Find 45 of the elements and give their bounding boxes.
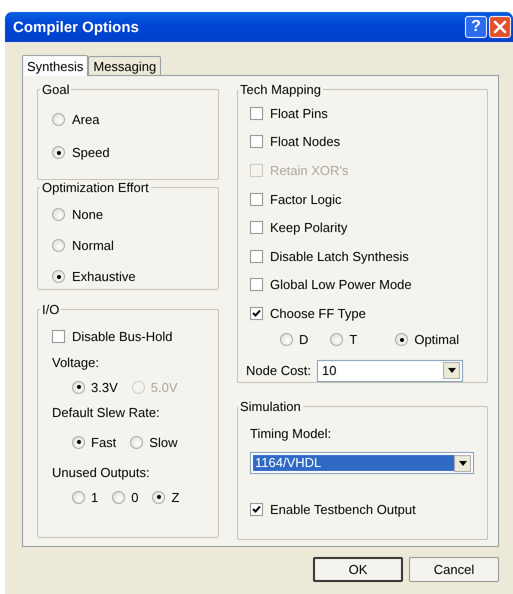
window-title: Compiler Options	[13, 18, 140, 36]
checkmark-icon	[251, 504, 262, 514]
field-label: Default Slew Rate:	[52, 405, 160, 422]
checkbox[interactable]: Choose FF Type	[250, 299, 366, 328]
tab[interactable]: Messaging	[88, 56, 162, 75]
checkbox[interactable]: Disable Latch Synthesis	[250, 242, 409, 271]
radio-button[interactable]: Normal	[52, 230, 114, 261]
radio-button[interactable]: 3.3V	[72, 375, 118, 399]
close-button[interactable]	[489, 16, 511, 38]
field-label: Node Cost:	[246, 363, 312, 378]
tab[interactable]: Synthesis	[22, 55, 88, 76]
radio-button[interactable]: 0	[112, 485, 138, 509]
radio-button[interactable]: Exhaustive	[52, 261, 136, 292]
field-label: Timing Model:	[250, 426, 332, 443]
close-icon	[493, 20, 507, 34]
checkbox[interactable]: Keep Polarity	[250, 213, 348, 242]
checkbox[interactable]: Enable Testbench Output	[250, 496, 416, 522]
radio-button[interactable]: Z	[152, 485, 180, 509]
radio-button[interactable]: T	[330, 328, 358, 352]
group-title: Tech Mapping	[239, 82, 322, 97]
node-cost-dropdown[interactable]: 10	[317, 360, 464, 382]
dialog-button[interactable]: OK	[313, 557, 403, 582]
checkmark-icon	[251, 308, 262, 319]
dialog-button[interactable]: Cancel	[409, 557, 499, 582]
radio-button[interactable]: Fast	[72, 434, 116, 450]
group-title: Optimization Effort	[41, 180, 150, 195]
radio-button[interactable]: Speed	[52, 136, 110, 169]
radio-button[interactable]: Area	[52, 103, 100, 136]
checkbox[interactable]: Float Nodes	[250, 128, 340, 156]
checkbox[interactable]: Factor Logic	[250, 184, 342, 214]
group-title: Goal	[41, 82, 70, 97]
field-label: Voltage:	[52, 355, 99, 372]
checkbox[interactable]: Float Pins	[250, 99, 328, 128]
radio-button[interactable]: None	[52, 199, 104, 230]
group-title: Simulation	[239, 399, 302, 414]
radio-button[interactable]: D	[280, 328, 308, 352]
radio-button[interactable]: Optimal	[395, 328, 460, 352]
checkbox[interactable]: Disable Bus-Hold	[52, 323, 172, 349]
group-title: I/O	[41, 302, 60, 317]
field-label: Unused Outputs:	[52, 465, 150, 482]
checkbox[interactable]: Global Low Power Mode	[250, 270, 412, 300]
radio-button[interactable]: 1	[72, 485, 98, 509]
help-button[interactable]: ?	[465, 16, 487, 38]
radio-button[interactable]: Slow	[130, 434, 178, 450]
timing-model-dropdown[interactable]: 1164/VHDL	[250, 452, 474, 474]
